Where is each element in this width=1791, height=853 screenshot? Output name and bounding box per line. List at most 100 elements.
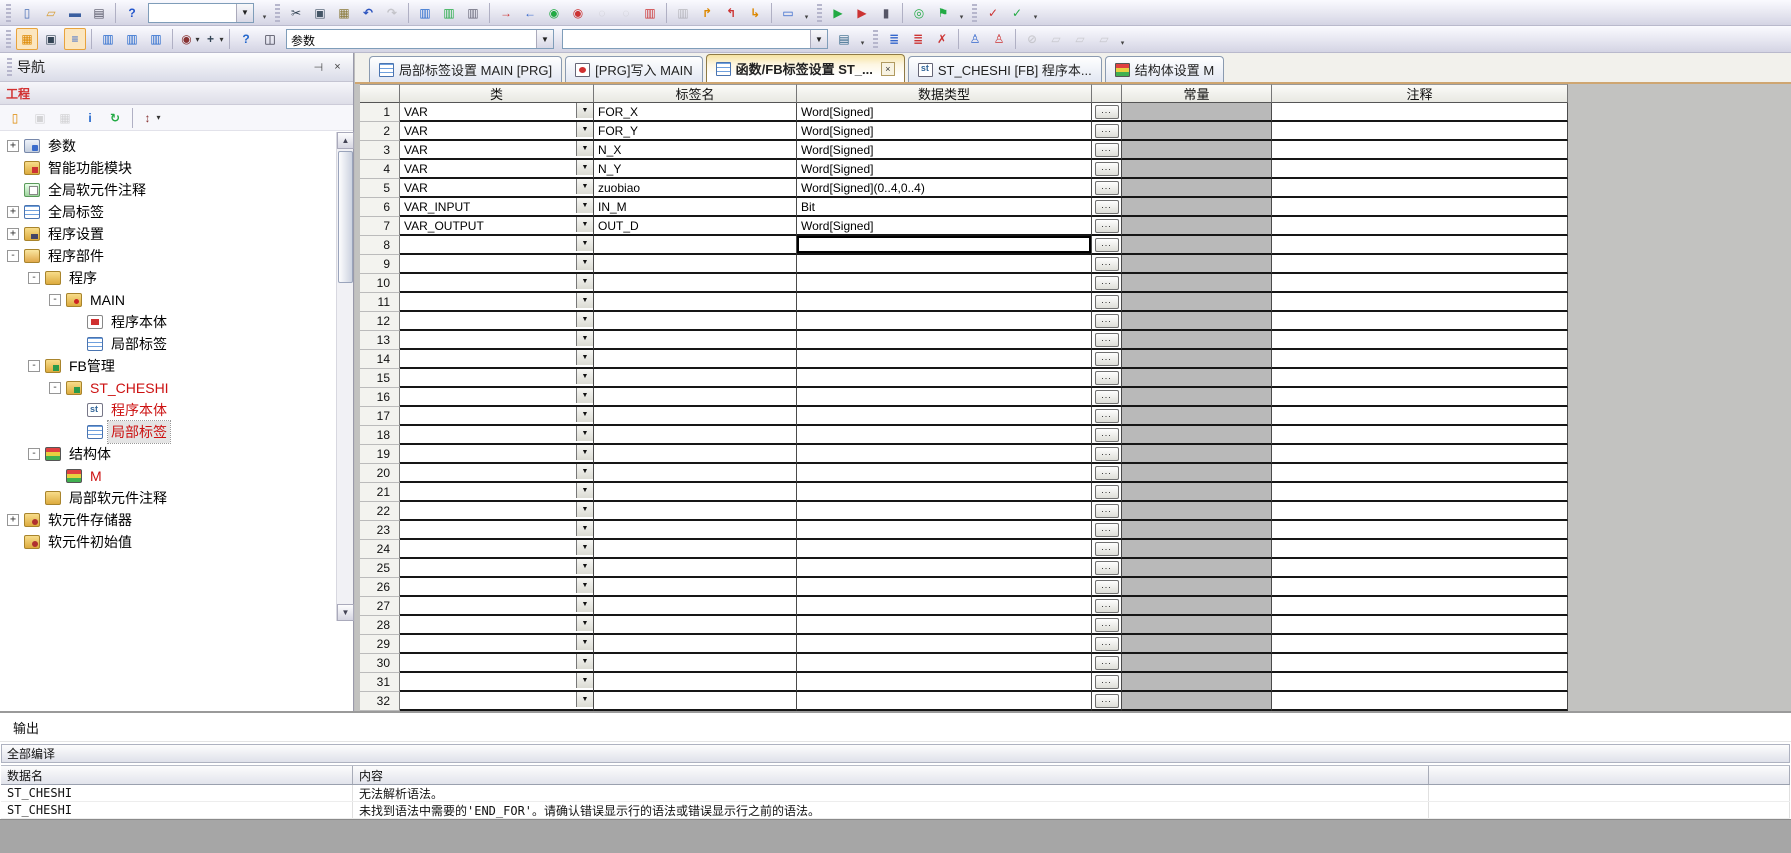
cell-label-row27[interactable] bbox=[594, 597, 797, 616]
page-preview-button[interactable]: ▤ bbox=[833, 28, 855, 50]
toolbar-drag-handle[interactable] bbox=[6, 30, 11, 48]
browse-button[interactable]: ... bbox=[1095, 124, 1119, 138]
device-search-button[interactable]: +▾ bbox=[202, 28, 224, 50]
cell-dots-row12[interactable]: ... bbox=[1092, 312, 1122, 331]
cell-comment-row25[interactable] bbox=[1272, 559, 1568, 578]
cell-label-row26[interactable] bbox=[594, 578, 797, 597]
watch-flag-button[interactable]: ⚑ bbox=[932, 2, 954, 24]
collapse-icon[interactable]: - bbox=[28, 272, 40, 284]
cell-label-row19[interactable] bbox=[594, 445, 797, 464]
cell-dtype-row8[interactable] bbox=[797, 236, 1092, 255]
device-find-button[interactable]: ▥ bbox=[414, 2, 436, 24]
check-parameter-button[interactable]: ✓ bbox=[1006, 2, 1028, 24]
browse-button[interactable]: ... bbox=[1095, 162, 1119, 176]
dropdown-arrow-icon[interactable]: ▼ bbox=[576, 160, 593, 175]
cell-dots-row31[interactable]: ... bbox=[1092, 673, 1122, 692]
dropdown-arrow-icon[interactable]: ▼ bbox=[576, 483, 593, 498]
cell-cls-row12[interactable]: ▼ bbox=[400, 312, 594, 331]
register-watch-button[interactable]: ♙ bbox=[964, 28, 986, 50]
cell-comment-row18[interactable] bbox=[1272, 426, 1568, 445]
cell-dots-row22[interactable]: ... bbox=[1092, 502, 1122, 521]
collapse-icon[interactable]: - bbox=[28, 360, 40, 372]
cell-cls-row19[interactable]: ▼ bbox=[400, 445, 594, 464]
cell-label-row21[interactable] bbox=[594, 483, 797, 502]
cell-cls-row23[interactable]: ▼ bbox=[400, 521, 594, 540]
browse-button[interactable]: ... bbox=[1095, 200, 1119, 214]
cell-comment-row32[interactable] bbox=[1272, 692, 1568, 711]
device-blue-button[interactable]: ▥ bbox=[672, 2, 694, 24]
cell-comment-row7[interactable] bbox=[1272, 217, 1568, 236]
dropdown-arrow-icon[interactable]: ▼ bbox=[576, 426, 593, 441]
tree-item-MAIN[interactable]: -MAIN bbox=[0, 289, 336, 311]
cell-dots-row17[interactable]: ... bbox=[1092, 407, 1122, 426]
cell-cls-row14[interactable]: ▼ bbox=[400, 350, 594, 369]
cell-cls-row22[interactable]: ▼ bbox=[400, 502, 594, 521]
dropdown-arrow-icon[interactable]: ▼ bbox=[576, 122, 593, 137]
cell-cls-row29[interactable]: ▼ bbox=[400, 635, 594, 654]
cell-cls-row9[interactable]: ▼ bbox=[400, 255, 594, 274]
dropdown-arrow-icon[interactable]: ▼ bbox=[576, 616, 593, 631]
find-binoculars-button[interactable]: ◫ bbox=[259, 28, 281, 50]
toolbar-drag-handle[interactable] bbox=[6, 4, 11, 22]
cell-dots-row14[interactable]: ... bbox=[1092, 350, 1122, 369]
cell-dots-row3[interactable]: ... bbox=[1092, 141, 1122, 160]
cell-comment-row26[interactable] bbox=[1272, 578, 1568, 597]
cell-comment-row28[interactable] bbox=[1272, 616, 1568, 635]
toolbar-drag-handle[interactable] bbox=[275, 4, 280, 22]
cell-dtype-row28[interactable] bbox=[797, 616, 1092, 635]
dropdown-arrow-icon[interactable]: ▼ bbox=[576, 198, 593, 213]
cell-comment-row14[interactable] bbox=[1272, 350, 1568, 369]
cell-dtype-row15[interactable] bbox=[797, 369, 1092, 388]
expand-icon[interactable]: + bbox=[7, 228, 19, 240]
dropdown-arrow-icon[interactable]: ▼ bbox=[576, 407, 593, 422]
cell-dots-row11[interactable]: ... bbox=[1092, 293, 1122, 312]
dropdown-arrow-icon[interactable]: ▼ bbox=[576, 274, 593, 289]
toolbar-drag-handle[interactable] bbox=[873, 30, 878, 48]
dropdown-arrow-icon[interactable]: ▼ bbox=[576, 654, 593, 669]
zoom-out-monitor-button[interactable]: ◌ bbox=[615, 2, 637, 24]
cell-dots-row25[interactable]: ... bbox=[1092, 559, 1122, 578]
cell-comment-row5[interactable] bbox=[1272, 179, 1568, 198]
tree-item-ST_CHESHI[interactable]: -ST_CHESHI bbox=[0, 377, 336, 399]
paste-data-button[interactable]: ▦ bbox=[54, 107, 76, 129]
expand-icon[interactable]: + bbox=[7, 206, 19, 218]
tree-item-全局软元件注释[interactable]: 全局软元件注释 bbox=[0, 179, 336, 201]
browse-button[interactable]: ... bbox=[1095, 352, 1119, 366]
dropdown-arrow-icon[interactable]: ▼ bbox=[576, 464, 593, 479]
cell-dtype-row6[interactable]: Bit bbox=[797, 198, 1092, 217]
dropdown-arrow-icon[interactable]: ▼ bbox=[576, 578, 593, 593]
pin-icon[interactable]: ⊤ bbox=[311, 59, 327, 76]
cell-comment-row21[interactable] bbox=[1272, 483, 1568, 502]
browse-button[interactable]: ... bbox=[1095, 371, 1119, 385]
cell-dots-row21[interactable]: ... bbox=[1092, 483, 1122, 502]
quick-find-combo[interactable]: ▼ bbox=[148, 3, 254, 23]
cell-label-row18[interactable] bbox=[594, 426, 797, 445]
window-close-button[interactable]: ▱ bbox=[1093, 28, 1115, 50]
tree-item-软元件存储器[interactable]: +软元件存储器 bbox=[0, 509, 336, 531]
new-file-button[interactable]: ▯ bbox=[16, 2, 38, 24]
cell-comment-row12[interactable] bbox=[1272, 312, 1568, 331]
cell-dots-row9[interactable]: ... bbox=[1092, 255, 1122, 274]
toolbar-overflow-button[interactable]: ▾ bbox=[801, 3, 812, 23]
cell-comment-row11[interactable] bbox=[1272, 293, 1568, 312]
cell-dtype-row3[interactable]: Word[Signed] bbox=[797, 141, 1092, 160]
tab-4[interactable]: ST_CHESHI [FB] 程序本... bbox=[908, 56, 1102, 82]
data-property-button[interactable]: i bbox=[79, 107, 101, 129]
cell-dots-row10[interactable]: ... bbox=[1092, 274, 1122, 293]
browse-button[interactable]: ... bbox=[1095, 428, 1119, 442]
dropdown-arrow-icon[interactable]: ▼ bbox=[576, 293, 593, 308]
cell-label-row17[interactable] bbox=[594, 407, 797, 426]
scrollbar-thumb[interactable] bbox=[338, 151, 353, 283]
undo-button[interactable]: ↶ bbox=[357, 2, 379, 24]
dropdown-arrow-icon[interactable]: ▼ bbox=[576, 635, 593, 650]
insert-row-button[interactable]: ≣ bbox=[883, 28, 905, 50]
device-comment-list-button[interactable]: ▥ bbox=[97, 28, 119, 50]
cell-comment-row27[interactable] bbox=[1272, 597, 1568, 616]
expand-icon[interactable]: + bbox=[7, 514, 19, 526]
cell-cls-row24[interactable]: ▼ bbox=[400, 540, 594, 559]
cell-label-row24[interactable] bbox=[594, 540, 797, 559]
find-target-combo[interactable]: 参数▼ bbox=[286, 29, 554, 49]
read-from-plc-button[interactable]: ← bbox=[519, 2, 541, 24]
cell-comment-row16[interactable] bbox=[1272, 388, 1568, 407]
new-data-button[interactable]: ▯ bbox=[4, 107, 26, 129]
